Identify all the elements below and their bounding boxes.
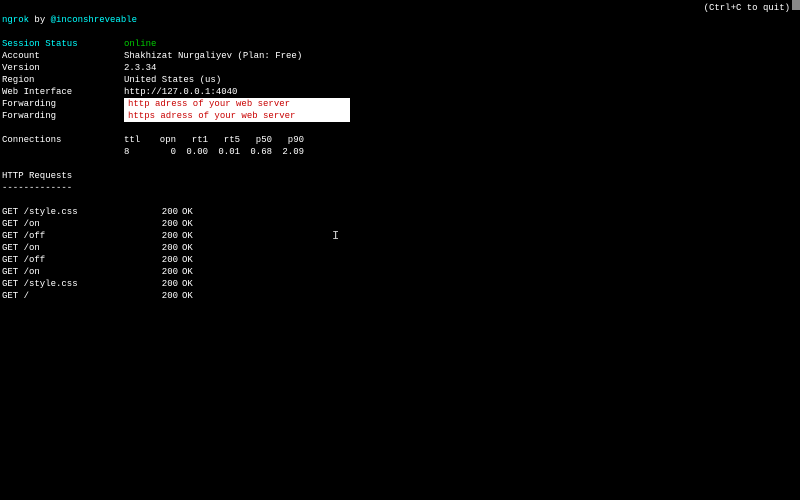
http-status-text: OK (178, 230, 193, 242)
conn-v-p90: 2.09 (272, 146, 304, 158)
http-path: GET /off (2, 254, 150, 266)
http-title: HTTP Requests (2, 170, 798, 182)
http-path: GET /style.css (2, 206, 150, 218)
by-text: by (29, 15, 51, 25)
quit-hint: (Ctrl+C to quit) (704, 2, 790, 14)
connections-values: 800.000.010.682.09 (124, 146, 304, 158)
row-forwarding-https: Forwarding https adress of your web serve… (2, 110, 798, 122)
row-account: AccountShakhizat Nurgaliyev (Plan: Free) (2, 50, 798, 62)
http-status-text: OK (178, 242, 193, 254)
http-status-text: OK (178, 278, 193, 290)
conn-h-p50: p50 (240, 134, 272, 146)
conn-h-p90: p90 (272, 134, 304, 146)
value-forwarding-https: https adress of your web server (128, 111, 295, 121)
http-code: 200 (150, 206, 178, 218)
http-code: 200 (150, 230, 178, 242)
http-path: GET / (2, 290, 150, 302)
connections-header: ttlopnrt1rt5p50p90 (124, 134, 304, 146)
author-handle: @inconshreveable (51, 15, 137, 25)
http-status-text: OK (178, 266, 193, 278)
http-path: GET /style.css (2, 278, 150, 290)
http-code: 200 (150, 218, 178, 230)
value-session-status: online (124, 38, 798, 50)
http-path: GET /off (2, 230, 150, 242)
http-status-text: OK (178, 254, 193, 266)
http-code: 200 (150, 242, 178, 254)
conn-values-spacer (2, 146, 124, 158)
http-code: 200 (150, 254, 178, 266)
conn-h-ttl: ttl (124, 134, 144, 146)
http-row: GET /style.css200OK (2, 278, 798, 290)
http-path: GET /on (2, 218, 150, 230)
row-web-interface: Web Interfacehttp://127.0.0.1:4040 (2, 86, 798, 98)
conn-v-rt1: 0.00 (176, 146, 208, 158)
text-cursor-icon: I (332, 230, 339, 242)
http-row: GET /on200OK (2, 218, 798, 230)
conn-h-opn: opn (144, 134, 176, 146)
http-code: 200 (150, 290, 178, 302)
value-account: Shakhizat Nurgaliyev (Plan: Free) (124, 50, 798, 62)
row-connections-values: 800.000.010.682.09 (2, 146, 798, 158)
http-row: GET /style.css200OK (2, 206, 798, 218)
value-forwarding-http: http adress of your web server (128, 99, 290, 109)
http-path: GET /on (2, 242, 150, 254)
http-row: GET /200OK (2, 290, 798, 302)
label-connections: Connections (2, 134, 124, 146)
http-row: GET /off200OK (2, 254, 798, 266)
value-version: 2.3.34 (124, 62, 798, 74)
conn-h-rt5: rt5 (208, 134, 240, 146)
conn-v-rt5: 0.01 (208, 146, 240, 158)
value-region: United States (us) (124, 74, 798, 86)
http-status-text: OK (178, 290, 193, 302)
http-status-text: OK (178, 206, 193, 218)
label-web-interface: Web Interface (2, 86, 124, 98)
http-row: GET /on200OK (2, 242, 798, 254)
http-path: GET /on (2, 266, 150, 278)
terminal-output: ngrok by @inconshreveable Session Status… (0, 0, 800, 316)
http-status-text: OK (178, 218, 193, 230)
conn-v-p50: 0.68 (240, 146, 272, 158)
row-connections: Connectionsttlopnrt1rt5p50p90 (2, 134, 798, 146)
label-account: Account (2, 50, 124, 62)
label-session-status: Session Status (2, 38, 124, 50)
row-session-status: Session Statusonline (2, 38, 798, 50)
row-version: Version2.3.34 (2, 62, 798, 74)
http-code: 200 (150, 266, 178, 278)
value-web-interface: http://127.0.0.1:4040 (124, 86, 798, 98)
forwarding-http-box: http adress of your web server (124, 98, 350, 110)
label-region: Region (2, 74, 124, 86)
label-forwarding-http: Forwarding (2, 98, 124, 110)
http-row: GET /off200OK (2, 230, 798, 242)
http-code: 200 (150, 278, 178, 290)
conn-h-rt1: rt1 (176, 134, 208, 146)
http-divider: ------------- (2, 182, 798, 194)
http-row: GET /on200OK (2, 266, 798, 278)
row-forwarding-http: Forwarding http adress of your web server (2, 98, 798, 110)
label-forwarding-https: Forwarding (2, 110, 124, 122)
forwarding-https-box: https adress of your web server (124, 110, 350, 122)
brand-name: ngrok (2, 15, 29, 25)
scrollbar-thumb[interactable] (792, 0, 800, 10)
conn-v-ttl: 8 (124, 146, 144, 158)
row-region: RegionUnited States (us) (2, 74, 798, 86)
conn-v-opn: 0 (144, 146, 176, 158)
label-version: Version (2, 62, 124, 74)
